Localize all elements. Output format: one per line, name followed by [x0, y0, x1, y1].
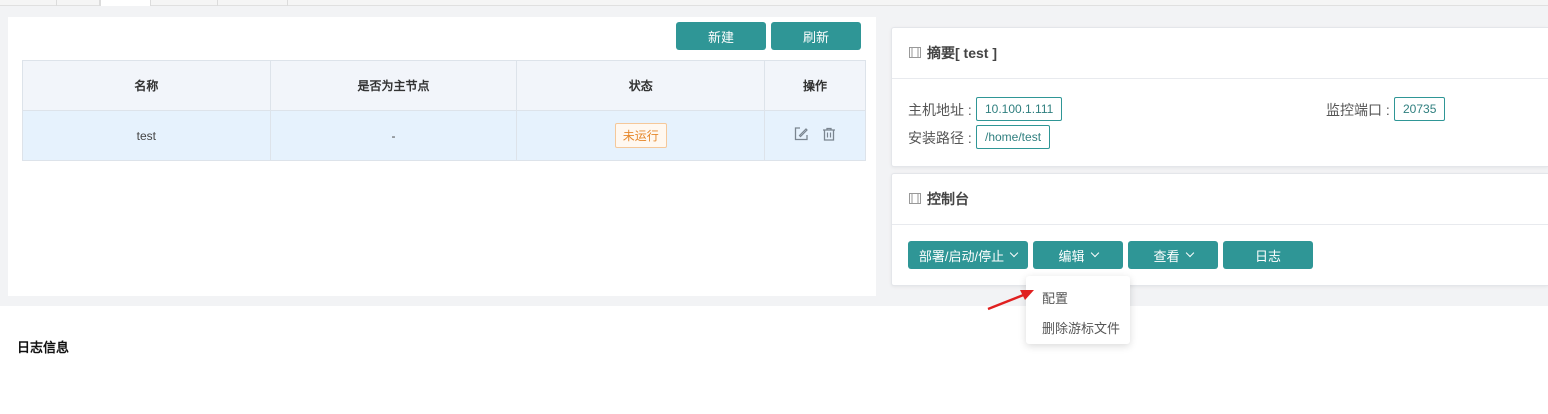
refresh-button[interactable]: 刷新 [771, 22, 861, 50]
film-icon [909, 191, 921, 207]
column-header-actions: 操作 [764, 60, 866, 111]
menu-item-delete-cursor-file[interactable]: 删除游标文件 [1042, 318, 1120, 337]
edit-button-label: 编辑 [1058, 248, 1085, 264]
column-header-name: 名称 [22, 60, 271, 111]
host-value: 10.100.1.111 [976, 97, 1063, 121]
film-icon [909, 45, 921, 61]
column-header-status: 状态 [516, 60, 766, 111]
node-table: 名称 是否为主节点 状态 操作 test - 未运行 [22, 60, 866, 161]
table-header-row: 名称 是否为主节点 状态 操作 [22, 60, 866, 111]
chevron-down-icon [1090, 248, 1099, 258]
edit-dropdown-menu: 配置 删除游标文件 [1026, 276, 1130, 344]
edit-icon[interactable] [793, 126, 809, 145]
port-value: 20735 [1394, 97, 1446, 121]
port-label: 监控端口 : [1326, 102, 1390, 118]
summary-header: 摘要[ test ] [892, 28, 1548, 79]
menu-item-config[interactable]: 配置 [1042, 288, 1068, 307]
red-arrow-icon [987, 290, 1034, 311]
cell-is-master: - [269, 110, 518, 161]
deploy-start-stop-button[interactable]: 部署/启动/停止 [908, 241, 1028, 269]
log-button[interactable]: 日志 [1223, 241, 1313, 269]
path-value: /home/test [976, 125, 1051, 149]
cell-name: test [22, 110, 271, 161]
view-dropdown-button[interactable]: 查看 [1128, 241, 1218, 269]
path-label: 安装路径 : [908, 130, 972, 146]
delete-icon[interactable] [821, 126, 837, 145]
log-section-title: 日志信息 [17, 340, 70, 355]
chevron-down-icon [1009, 248, 1019, 258]
cell-status: 未运行 [516, 110, 766, 161]
chevron-down-icon [1185, 248, 1194, 258]
host-label: 主机地址 : [908, 102, 972, 118]
deploy-button-label: 部署/启动/停止 [918, 248, 1005, 264]
console-title: 控制台 [927, 191, 969, 207]
new-button[interactable]: 新建 [676, 22, 766, 50]
table-row[interactable]: test - 未运行 [22, 110, 866, 161]
console-header: 控制台 [892, 174, 1548, 225]
cell-actions [764, 110, 866, 161]
status-badge: 未运行 [614, 123, 667, 148]
edit-dropdown-button[interactable]: 编辑 [1033, 241, 1123, 269]
summary-title: 摘要[ test ] [927, 45, 997, 61]
column-header-is-master: 是否为主节点 [269, 60, 518, 111]
view-button-label: 查看 [1153, 248, 1180, 264]
console-card: 控制台 [891, 173, 1548, 286]
